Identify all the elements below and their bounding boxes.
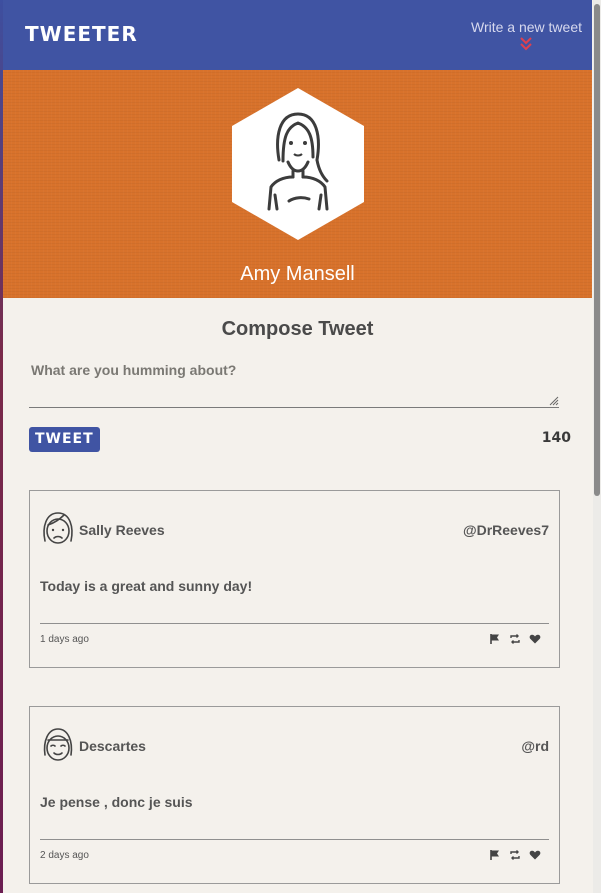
scrollbar-thumb[interactable] [594,4,600,496]
tweet-content: Je pense , donc je suis [40,794,193,810]
double-chevron-down-icon[interactable] [520,37,533,51]
tweet-button[interactable]: TWEET [29,427,100,452]
divider [40,623,549,624]
tweet-card: Descartes @rd Je pense , donc je suis 2 … [29,706,560,884]
flag-icon[interactable] [489,848,501,860]
profile-name: Amy Mansell [240,263,355,285]
tweet-author-handle[interactable]: @DrReeves7 [463,522,549,538]
heart-icon[interactable] [529,848,541,860]
profile-avatar-icon [232,88,364,240]
heart-icon[interactable] [529,632,541,644]
divider [40,839,549,840]
profile-banner: Amy Mansell [3,70,592,298]
tweet-content: Today is a great and sunny day! [40,578,253,594]
retweet-icon[interactable] [509,848,521,860]
write-tweet-label[interactable]: Write a new tweet [471,19,582,35]
retweet-icon[interactable] [509,632,521,644]
brand-logo[interactable]: TWEETER [25,22,138,46]
woman-face-icon [43,512,73,544]
tweet-actions [489,848,541,860]
compose-title: Compose Tweet [221,318,374,340]
write-tweet-toggle[interactable]: Write a new tweet [471,19,582,51]
tweet-input[interactable] [29,355,559,407]
smiling-face-icon [43,728,73,761]
tweet-card: Sally Reeves @DrReeves7 Today is a great… [29,490,560,668]
navbar: TWEETER Write a new tweet [3,0,592,70]
tweet-timestamp: 2 days ago [40,850,89,861]
flag-icon[interactable] [489,632,501,644]
resize-grip-icon[interactable] [549,396,559,406]
tweet-author-name[interactable]: Descartes [79,738,146,754]
tweet-timestamp: 1 days ago [40,634,89,645]
tweet-author-handle[interactable]: @rd [521,738,549,754]
char-counter: 140 [541,430,571,446]
compose-box[interactable] [29,355,559,408]
tweet-actions [489,632,541,644]
tweet-author-name[interactable]: Sally Reeves [79,522,165,538]
scrollbar[interactable] [593,0,601,893]
